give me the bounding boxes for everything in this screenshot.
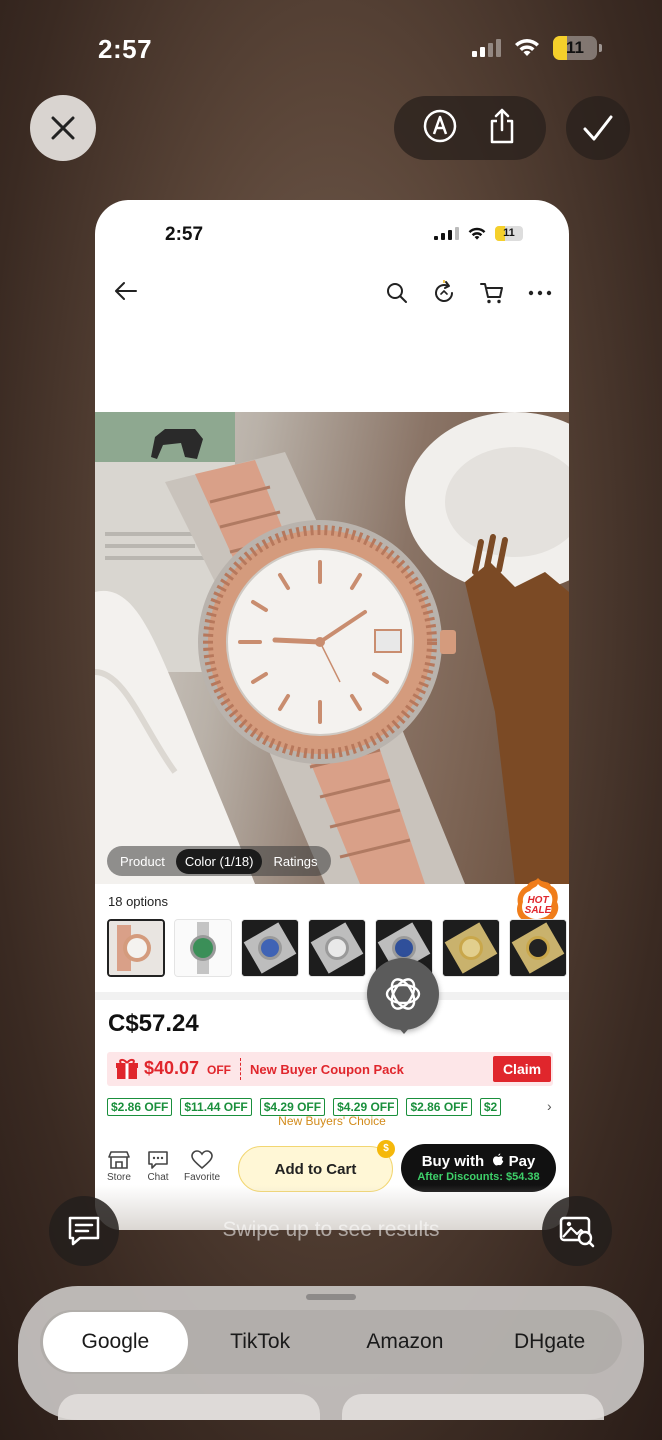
engine-google[interactable]: Google <box>43 1312 188 1372</box>
status-time: 2:57 <box>98 34 153 64</box>
favorite-button[interactable]: Favorite <box>184 1150 220 1183</box>
product-nav-bar <box>95 278 569 314</box>
visual-search-button[interactable] <box>367 958 439 1030</box>
pay-text: Pay <box>508 1153 536 1170</box>
variant-thumb[interactable] <box>509 919 567 977</box>
chat-label: Chat <box>147 1172 169 1183</box>
result-card-peek[interactable] <box>342 1394 604 1420</box>
apple-pay-label: Buy with Pay <box>422 1153 536 1170</box>
photo-tabs: Product Color (1/18) Ratings <box>107 846 331 876</box>
captured-screenshot[interactable]: 2:57 11 Product Color (1/18) Ratings 18 … <box>95 200 569 1230</box>
claim-button[interactable]: Claim <box>493 1056 551 1082</box>
coupon-separator <box>240 1058 241 1080</box>
markup-button[interactable] <box>423 109 457 148</box>
variant-thumbnails <box>107 919 567 977</box>
engine-tiktok[interactable]: TikTok <box>188 1312 333 1372</box>
sheet-grabber[interactable] <box>306 1294 356 1300</box>
variant-thumb[interactable] <box>174 919 232 977</box>
screenshot-status-time: 2:57 <box>165 224 204 245</box>
wifi-icon <box>515 39 539 56</box>
visual-search-pointer <box>397 1026 411 1034</box>
store-button[interactable]: Store <box>107 1150 131 1183</box>
coupon-banner[interactable]: $40.07 OFF New Buyer Coupon Pack Claim <box>107 1052 553 1086</box>
tab-product[interactable]: Product <box>111 849 174 874</box>
signal-icon <box>434 227 459 240</box>
search-engine-picker: Google TikTok Amazon DHgate <box>40 1310 622 1374</box>
search-results-sheet[interactable]: Google TikTok Amazon DHgate <box>18 1286 644 1420</box>
product-photo[interactable]: Product Color (1/18) Ratings <box>95 412 569 884</box>
store-label: Store <box>107 1172 131 1183</box>
coin-badge: $ <box>377 1140 395 1158</box>
buyers-choice-label: New Buyers' Choice <box>278 1114 386 1128</box>
close-button[interactable] <box>30 95 96 161</box>
hot-badge-line2: SALE <box>525 905 552 916</box>
variant-thumb[interactable] <box>241 919 299 977</box>
visual-intelligence-icon <box>385 978 421 1010</box>
coupon-description: New Buyer Coupon Pack <box>250 1062 404 1077</box>
coupon-off: OFF <box>207 1063 231 1077</box>
result-card-peek[interactable] <box>58 1394 320 1420</box>
cart-icon[interactable] <box>479 281 505 305</box>
close-icon <box>51 116 75 140</box>
chat-button[interactable]: Chat <box>147 1150 169 1183</box>
variant-thumb[interactable] <box>442 919 500 977</box>
back-button[interactable] <box>113 278 139 309</box>
watch-illustration <box>95 412 569 884</box>
apple-logo-icon <box>493 1153 504 1166</box>
back-arrow-icon <box>115 282 137 300</box>
coupon-amount: $40.07 <box>144 1058 200 1078</box>
options-count: 18 options <box>108 894 168 909</box>
battery-level: 11 <box>566 38 584 57</box>
buy-with-text: Buy with <box>421 1153 485 1170</box>
screenshot-status-indicators: 11 <box>434 226 523 241</box>
status-indicators: 11 <box>472 36 602 60</box>
variant-thumb[interactable] <box>308 919 366 977</box>
share-icon <box>490 108 514 143</box>
heart-icon <box>191 1150 213 1170</box>
tab-color[interactable]: Color (1/18) <box>175 848 263 874</box>
markup-pen-icon <box>423 109 457 142</box>
gift-icon <box>116 1059 138 1079</box>
image-search-button[interactable] <box>542 1196 612 1266</box>
chat-icon <box>148 1151 168 1169</box>
nav-actions <box>385 280 553 306</box>
battery-icon: 11 <box>495 226 523 241</box>
favorite-label: Favorite <box>184 1172 221 1183</box>
store-icon <box>108 1151 130 1169</box>
checkmark-icon <box>583 115 613 141</box>
signal-icon <box>472 39 501 57</box>
product-price: C$57.24 <box>108 1010 199 1037</box>
tab-ratings[interactable]: Ratings <box>264 849 326 874</box>
search-icon[interactable] <box>385 281 409 305</box>
image-search-icon <box>559 1216 595 1248</box>
share-button[interactable] <box>487 108 517 149</box>
chevron-right-icon[interactable]: › <box>547 1098 552 1114</box>
refresh-icon[interactable] <box>431 280 457 306</box>
markup-share-group <box>394 96 546 160</box>
engine-dhgate[interactable]: DHgate <box>477 1312 622 1372</box>
after-discounts-price: After Discounts: $54.38 <box>417 1171 540 1183</box>
more-icon[interactable] <box>527 281 553 305</box>
done-button[interactable] <box>566 96 630 160</box>
section-divider <box>95 992 569 1000</box>
battery-level: 11 <box>503 227 515 239</box>
wifi-icon <box>468 227 486 240</box>
battery-icon: 11 <box>553 36 597 60</box>
variant-thumb[interactable] <box>107 919 165 977</box>
engine-amazon[interactable]: Amazon <box>333 1312 478 1372</box>
